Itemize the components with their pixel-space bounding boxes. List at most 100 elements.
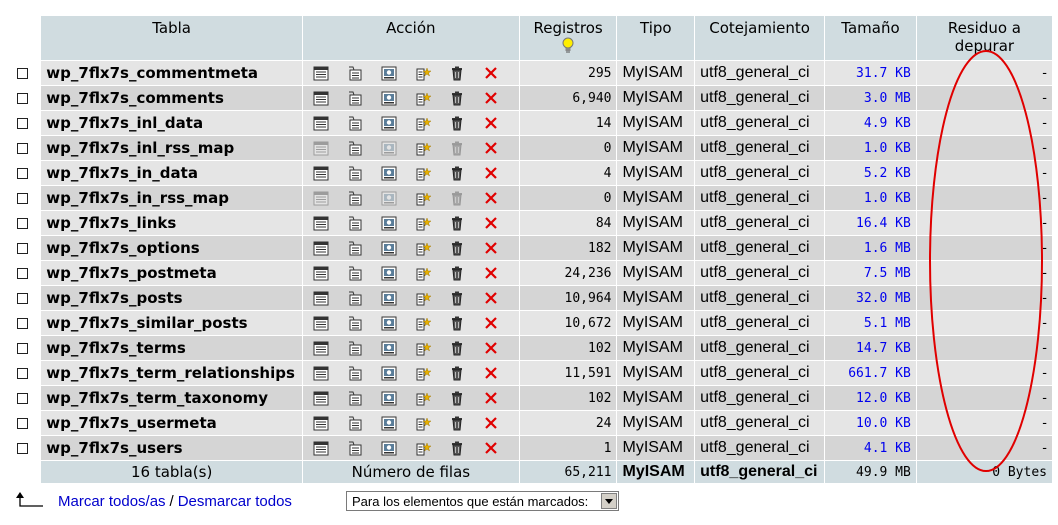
table-name[interactable]: wp_7flx7s_inl_data bbox=[41, 111, 302, 135]
row-size[interactable]: 3.0 MB bbox=[825, 86, 916, 110]
row-checkbox[interactable] bbox=[16, 268, 28, 279]
empty-icon[interactable] bbox=[444, 339, 471, 357]
drop-icon[interactable] bbox=[478, 364, 505, 382]
empty-icon[interactable] bbox=[444, 389, 471, 407]
row-checkbox[interactable] bbox=[16, 93, 28, 104]
row-checkbox[interactable] bbox=[16, 143, 28, 154]
row-checkbox[interactable] bbox=[16, 218, 28, 229]
browse-icon[interactable] bbox=[308, 239, 335, 257]
search-icon[interactable] bbox=[376, 114, 403, 132]
row-checkbox[interactable] bbox=[16, 418, 28, 429]
browse-icon[interactable] bbox=[308, 414, 335, 432]
browse-icon[interactable] bbox=[308, 114, 335, 132]
row-checkbox[interactable] bbox=[16, 293, 28, 304]
insert-icon[interactable] bbox=[410, 239, 437, 257]
empty-icon[interactable] bbox=[444, 314, 471, 332]
drop-icon[interactable] bbox=[478, 114, 505, 132]
uncheck-all-link[interactable]: Desmarcar todos bbox=[178, 493, 292, 510]
search-icon[interactable] bbox=[376, 164, 403, 182]
empty-icon[interactable] bbox=[444, 189, 471, 207]
drop-icon[interactable] bbox=[478, 164, 505, 182]
search-icon[interactable] bbox=[376, 389, 403, 407]
table-row[interactable]: wp_7flx7s_similar_posts 10,672 MyISAM utf8_… bbox=[4, 311, 1052, 335]
empty-icon[interactable] bbox=[444, 164, 471, 182]
insert-icon[interactable] bbox=[410, 114, 437, 132]
drop-icon[interactable] bbox=[478, 64, 505, 82]
search-icon[interactable] bbox=[376, 314, 403, 332]
row-size[interactable]: 4.9 KB bbox=[825, 111, 916, 135]
browse-icon[interactable] bbox=[308, 439, 335, 457]
table-name[interactable]: wp_7flx7s_posts bbox=[41, 286, 302, 310]
empty-icon[interactable] bbox=[444, 139, 471, 157]
search-icon[interactable] bbox=[376, 189, 403, 207]
search-icon[interactable] bbox=[376, 89, 403, 107]
insert-icon[interactable] bbox=[410, 164, 437, 182]
table-name[interactable]: wp_7flx7s_users bbox=[41, 436, 302, 460]
empty-icon[interactable] bbox=[444, 439, 471, 457]
table-row[interactable]: wp_7flx7s_in_rss_map 0 MyISAM utf8_general_… bbox=[4, 186, 1052, 210]
row-size[interactable]: 1.0 KB bbox=[825, 186, 916, 210]
table-name[interactable]: wp_7flx7s_comments bbox=[41, 86, 302, 110]
empty-icon[interactable] bbox=[444, 264, 471, 282]
check-all-link[interactable]: Marcar todos/as bbox=[58, 493, 166, 510]
insert-icon[interactable] bbox=[410, 214, 437, 232]
row-checkbox[interactable] bbox=[16, 393, 28, 404]
browse-icon[interactable] bbox=[308, 339, 335, 357]
table-name[interactable]: wp_7flx7s_terms bbox=[41, 336, 302, 360]
table-row[interactable]: wp_7flx7s_term_relationships 11,591 MyISAM… bbox=[4, 361, 1052, 385]
browse-icon[interactable] bbox=[308, 139, 335, 157]
row-size[interactable]: 16.4 KB bbox=[825, 211, 916, 235]
browse-icon[interactable] bbox=[308, 89, 335, 107]
structure-icon[interactable] bbox=[342, 89, 369, 107]
table-row[interactable]: wp_7flx7s_commentmeta 295 MyISAM utf8_gener… bbox=[4, 61, 1052, 85]
search-icon[interactable] bbox=[376, 439, 403, 457]
structure-icon[interactable] bbox=[342, 264, 369, 282]
browse-icon[interactable] bbox=[308, 64, 335, 82]
table-row[interactable]: wp_7flx7s_inl_data 14 MyISAM utf8_general_c… bbox=[4, 111, 1052, 135]
structure-icon[interactable] bbox=[342, 339, 369, 357]
chevron-down-icon[interactable] bbox=[601, 493, 617, 509]
structure-icon[interactable] bbox=[342, 139, 369, 157]
table-name[interactable]: wp_7flx7s_in_rss_map bbox=[41, 186, 302, 210]
table-name[interactable]: wp_7flx7s_term_taxonomy bbox=[41, 386, 302, 410]
structure-icon[interactable] bbox=[342, 164, 369, 182]
search-icon[interactable] bbox=[376, 139, 403, 157]
structure-icon[interactable] bbox=[342, 64, 369, 82]
drop-icon[interactable] bbox=[478, 239, 505, 257]
row-size[interactable]: 661.7 KB bbox=[825, 361, 916, 385]
drop-icon[interactable] bbox=[478, 139, 505, 157]
row-size[interactable]: 5.2 KB bbox=[825, 161, 916, 185]
table-row[interactable]: wp_7flx7s_terms 102 MyISAM utf8_general_ci 1… bbox=[4, 336, 1052, 360]
table-row[interactable]: wp_7flx7s_posts 10,964 MyISAM utf8_general_… bbox=[4, 286, 1052, 310]
drop-icon[interactable] bbox=[478, 89, 505, 107]
row-size[interactable]: 7.5 MB bbox=[825, 261, 916, 285]
row-checkbox[interactable] bbox=[16, 68, 28, 79]
drop-icon[interactable] bbox=[478, 389, 505, 407]
table-row[interactable]: wp_7flx7s_users 1 MyISAM utf8_general_ci 4.1… bbox=[4, 436, 1052, 460]
table-name[interactable]: wp_7flx7s_similar_posts bbox=[41, 311, 302, 335]
row-size[interactable]: 10.0 KB bbox=[825, 411, 916, 435]
empty-icon[interactable] bbox=[444, 364, 471, 382]
search-icon[interactable] bbox=[376, 239, 403, 257]
search-icon[interactable] bbox=[376, 364, 403, 382]
structure-icon[interactable] bbox=[342, 439, 369, 457]
search-icon[interactable] bbox=[376, 264, 403, 282]
insert-icon[interactable] bbox=[410, 414, 437, 432]
table-row[interactable]: wp_7flx7s_postmeta 24,236 MyISAM utf8_gener… bbox=[4, 261, 1052, 285]
table-row[interactable]: wp_7flx7s_in_data 4 MyISAM utf8_general_ci 5… bbox=[4, 161, 1052, 185]
drop-icon[interactable] bbox=[478, 314, 505, 332]
drop-icon[interactable] bbox=[478, 289, 505, 307]
empty-icon[interactable] bbox=[444, 114, 471, 132]
table-name[interactable]: wp_7flx7s_postmeta bbox=[41, 261, 302, 285]
empty-icon[interactable] bbox=[444, 289, 471, 307]
insert-icon[interactable] bbox=[410, 89, 437, 107]
row-size[interactable]: 32.0 MB bbox=[825, 286, 916, 310]
insert-icon[interactable] bbox=[410, 139, 437, 157]
table-row[interactable]: wp_7flx7s_links 84 MyISAM utf8_general_ci 16… bbox=[4, 211, 1052, 235]
drop-icon[interactable] bbox=[478, 339, 505, 357]
drop-icon[interactable] bbox=[478, 439, 505, 457]
insert-icon[interactable] bbox=[410, 189, 437, 207]
search-icon[interactable] bbox=[376, 289, 403, 307]
table-name[interactable]: wp_7flx7s_commentmeta bbox=[41, 61, 302, 85]
row-checkbox[interactable] bbox=[16, 443, 28, 454]
